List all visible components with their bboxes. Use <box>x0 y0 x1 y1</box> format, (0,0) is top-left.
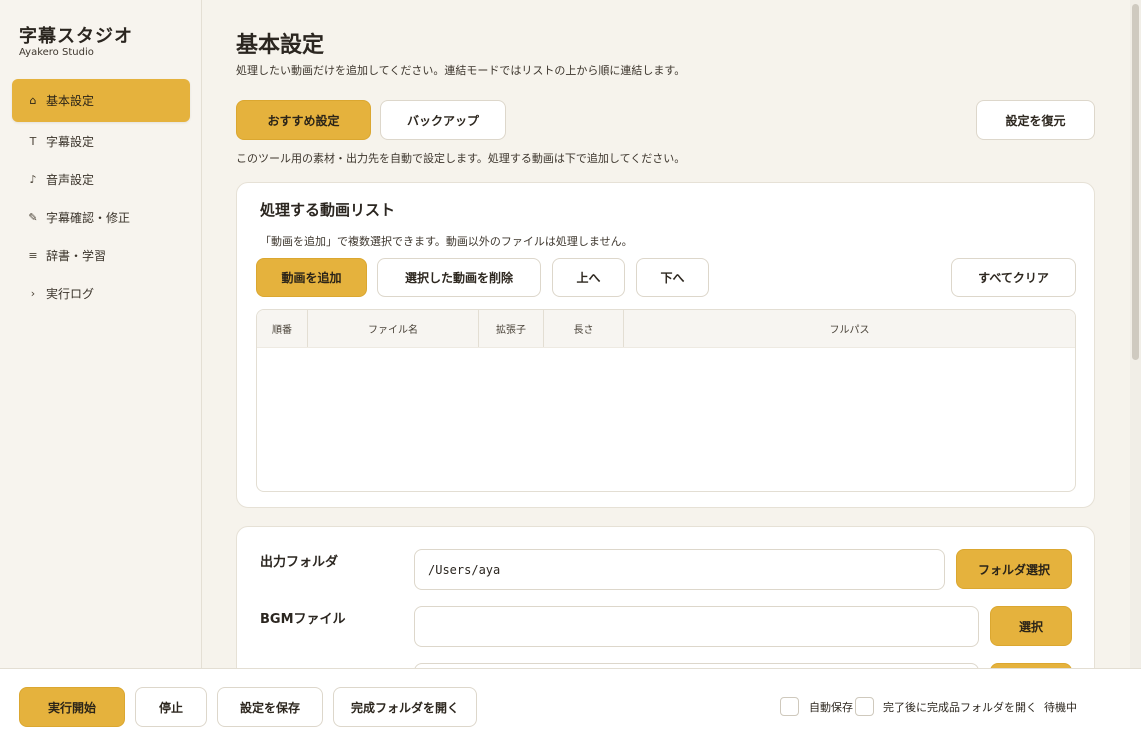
move-up-button[interactable]: 上へ <box>552 258 625 297</box>
page-title: 基本設定 <box>236 33 325 58</box>
home-icon: ⌂ <box>29 94 37 107</box>
open-after-checkbox[interactable] <box>855 697 874 716</box>
column-header-order[interactable]: 順番 <box>257 310 308 347</box>
text-icon: T <box>29 134 37 148</box>
status-text: 待機中 <box>1044 701 1077 714</box>
pencil-icon: ✎ <box>28 210 38 224</box>
setup-hint: このツール用の素材・出力先を自動で設定します。処理する動画は下で追加してください… <box>236 152 686 165</box>
sidebar-nav: ⌂ 基本設定 T 字幕設定 ♪ 音声設定 ✎ 字幕確認・修正 ≡ 辞書・学習 ›… <box>12 79 190 312</box>
backup-button[interactable]: バックアップ <box>380 100 506 140</box>
app-title: 字幕スタジオ <box>19 26 133 47</box>
music-note-icon: ♪ <box>29 172 37 186</box>
video-table[interactable]: 順番 ファイル名 拡張子 長さ フルパス <box>256 309 1076 492</box>
table-header: 順番 ファイル名 拡張子 長さ フルパス <box>257 310 1075 348</box>
sidebar-item-subtitle-settings[interactable]: T 字幕設定 <box>12 122 190 160</box>
select-folder-button[interactable]: フォルダ選択 <box>956 549 1072 589</box>
output-folder-label: 出力フォルダ <box>260 555 339 570</box>
sidebar-item-dictionary[interactable]: ≡ 辞書・学習 <box>12 236 190 274</box>
sidebar-item-label: 実行ログ <box>46 286 95 301</box>
video-list-note: 「動画を追加」で複数選択できます。動画以外のファイルは処理しません。 <box>260 235 633 248</box>
list-icon: ≡ <box>28 248 38 262</box>
video-list-title: 処理する動画リスト <box>260 201 396 219</box>
sidebar-item-label: 字幕確認・修正 <box>46 210 131 225</box>
bgm-file-label: BGMファイル <box>260 612 346 627</box>
clear-all-button[interactable]: すべてクリア <box>951 258 1076 297</box>
run-button[interactable]: 実行開始 <box>19 687 125 727</box>
sidebar-item-label: 辞書・学習 <box>46 248 107 263</box>
open-after-label: 完了後に完成品フォルダを開く <box>883 701 1037 714</box>
chevron-right-icon: › <box>30 286 36 300</box>
stop-button[interactable]: 停止 <box>135 687 207 727</box>
remove-selected-video-button[interactable]: 選択した動画を削除 <box>377 258 541 297</box>
autosave-label: 自動保存 <box>809 701 853 714</box>
recommended-settings-button[interactable]: おすすめ設定 <box>236 100 371 140</box>
move-down-button[interactable]: 下へ <box>636 258 709 297</box>
sidebar: 字幕スタジオ Ayakero Studio ⌂ 基本設定 T 字幕設定 ♪ 音声… <box>0 0 202 668</box>
sidebar-item-audio-settings[interactable]: ♪ 音声設定 <box>12 160 190 198</box>
bgm-file-input[interactable] <box>414 606 979 647</box>
footer-bar: 実行開始 停止 設定を保存 完成フォルダを開く 自動保存 完了後に完成品フォルダ… <box>0 668 1141 740</box>
sidebar-item-label: 音声設定 <box>46 172 95 187</box>
sidebar-item-basic-settings[interactable]: ⌂ 基本設定 <box>12 79 190 122</box>
main-content: 基本設定 処理したい動画だけを追加してください。連結モードではリストの上から順に… <box>202 0 1130 668</box>
output-folder-input[interactable]: /Users/aya <box>414 549 945 590</box>
paths-card: 出力フォルダ /Users/aya フォルダ選択 BGMファイル 選択 <box>236 526 1095 668</box>
add-video-button[interactable]: 動画を追加 <box>256 258 367 297</box>
open-output-folder-button[interactable]: 完成フォルダを開く <box>333 687 477 727</box>
column-header-fullpath[interactable]: フルパス <box>624 310 1075 347</box>
table-body <box>257 348 1075 491</box>
sidebar-item-subtitle-review[interactable]: ✎ 字幕確認・修正 <box>12 198 190 236</box>
column-header-extension[interactable]: 拡張子 <box>479 310 544 347</box>
autosave-checkbox[interactable] <box>780 697 799 716</box>
select-bgm-button[interactable]: 選択 <box>990 606 1072 646</box>
sidebar-item-label: 字幕設定 <box>46 134 95 149</box>
save-settings-button[interactable]: 設定を保存 <box>217 687 323 727</box>
column-header-filename[interactable]: ファイル名 <box>308 310 479 347</box>
sidebar-item-execution-log[interactable]: › 実行ログ <box>12 274 190 312</box>
page-description: 処理したい動画だけを追加してください。連結モードではリストの上から順に連結します… <box>236 64 686 77</box>
main-scrollbar[interactable] <box>1130 0 1141 668</box>
video-list-card: 処理する動画リスト 「動画を追加」で複数選択できます。動画以外のファイルは処理し… <box>236 182 1095 508</box>
sidebar-item-label: 基本設定 <box>46 94 95 108</box>
column-header-duration[interactable]: 長さ <box>544 310 624 347</box>
scrollbar-thumb[interactable] <box>1132 4 1139 360</box>
app-subtitle: Ayakero Studio <box>19 47 94 58</box>
restore-settings-button[interactable]: 設定を復元 <box>976 100 1095 140</box>
